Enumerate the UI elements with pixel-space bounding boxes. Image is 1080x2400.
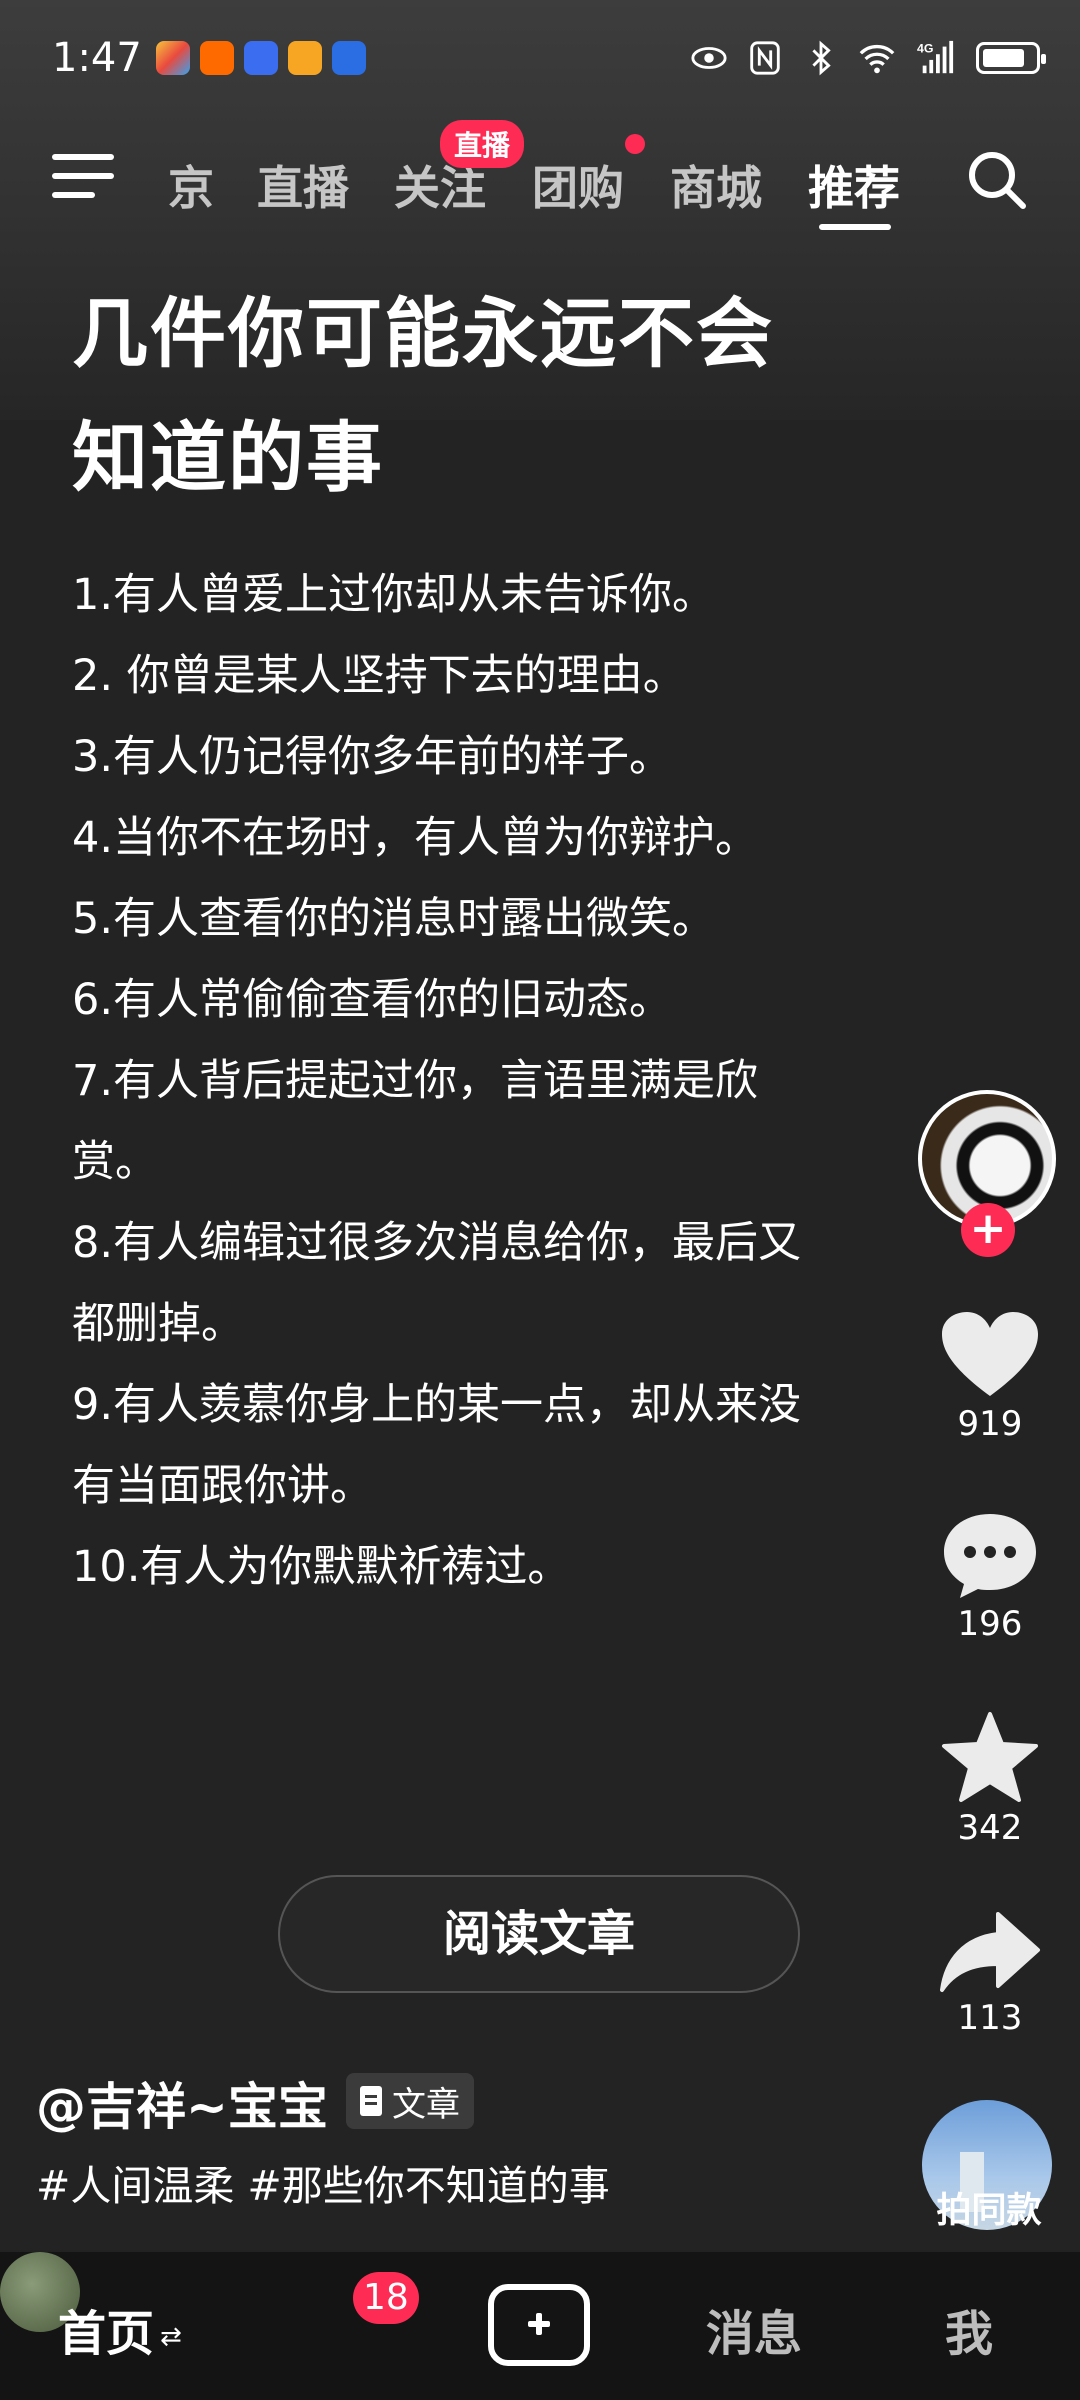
status-bar: 1:47 4G: [52, 30, 1046, 86]
follow-plus-button[interactable]: +: [961, 1203, 1015, 1257]
list-item: 5.有人查看你的消息时露出微笑。: [72, 894, 716, 944]
list-item: 1.有人曾爱上过你却从未告诉你。: [72, 570, 716, 620]
post-body: 1.有人曾爱上过你却从未告诉你。 2. 你曾是某人坚持下去的理由。 3.有人仍记…: [72, 555, 872, 1608]
top-tab-bar: 京 直播 关注 直播 团购 商城 推荐: [0, 120, 1080, 230]
eye-comfort-icon: [691, 47, 727, 69]
list-item: 3.有人仍记得你多年前的样子。: [72, 732, 673, 782]
battery-icon: [976, 42, 1046, 74]
list-item: 7.有人背后提起过你，言语里满是欣赏。: [72, 1056, 759, 1187]
favorite-button[interactable]: 342: [930, 1710, 1050, 1848]
read-article-button[interactable]: 阅读文章: [278, 1875, 800, 1993]
switch-arrows-icon: ⇄: [160, 2322, 182, 2352]
wifi-icon: [859, 44, 895, 74]
comment-icon: [944, 1514, 1036, 1598]
heart-icon: [942, 1312, 1038, 1396]
share-button[interactable]: 113: [930, 1910, 1050, 2038]
tab-live[interactable]: 直播: [257, 152, 349, 218]
status-time: 1:47: [52, 35, 142, 81]
active-tab-indicator: [819, 224, 891, 230]
taobao-notification-icon: [199, 41, 234, 75]
list-item: 2. 你曾是某人坚持下去的理由。: [72, 651, 686, 701]
post-title-line: 知道的事: [72, 413, 384, 502]
star-icon: [942, 1712, 1038, 1802]
app-notification-icon: [287, 41, 322, 75]
tab-mall[interactable]: 商城: [670, 152, 762, 218]
hashtags[interactable]: #人间温柔 #那些你不知道的事: [36, 2152, 610, 2212]
nav-home[interactable]: 首页 ⇄: [58, 2294, 182, 2364]
bottom-nav-bar: 首页 ⇄ 18 消息 我: [0, 2252, 1080, 2400]
nav-messages[interactable]: 消息: [706, 2294, 802, 2364]
svg-text:4G: 4G: [917, 41, 933, 55]
app-notification-icon: [155, 41, 190, 75]
list-item: 9.有人羡慕你身上的某一点，却从来没有当面跟你讲。: [72, 1380, 802, 1511]
article-type-label: 文章: [392, 2084, 460, 2125]
article-type-tag: 文章: [346, 2073, 474, 2129]
menu-icon[interactable]: [52, 154, 114, 204]
baidu-notification-icon: [243, 41, 278, 75]
share-count: 113: [957, 1998, 1023, 2038]
list-item: 10.有人为你默默祈祷过。: [72, 1542, 571, 1592]
tab-local[interactable]: 京: [168, 152, 214, 218]
create-button[interactable]: [488, 2284, 590, 2366]
nav-home-label: 首页: [58, 2306, 155, 2362]
signal-icon: 4G: [917, 40, 954, 74]
nfc-icon: [750, 41, 780, 75]
bluetooth-icon: [812, 40, 831, 76]
list-item: 6.有人常偷偷查看你的旧动态。: [72, 975, 673, 1025]
app-notification-icon: [331, 41, 366, 75]
like-button[interactable]: 919: [930, 1310, 1050, 1444]
share-arrow-icon: [940, 1912, 1040, 1992]
live-badge: 直播: [440, 120, 525, 168]
post-title-line: 几件你可能永远不会: [72, 289, 774, 378]
list-item: 8.有人编辑过很多次消息给你，最后又都删掉。: [72, 1218, 802, 1349]
notification-dot: [625, 134, 645, 154]
like-count: 919: [957, 1404, 1023, 1444]
tab-recommend[interactable]: 推荐: [808, 152, 900, 218]
post-title: 几件你可能永远不会 知道的事: [72, 272, 892, 520]
nav-me[interactable]: 我: [945, 2294, 993, 2364]
friend-badge: 18: [353, 2272, 419, 2324]
tab-group-buy[interactable]: 团购: [532, 152, 624, 218]
list-item: 4.当你不在场时，有人曾为你辩护。: [72, 813, 759, 863]
author-name[interactable]: @吉祥~宝宝: [36, 2067, 328, 2139]
document-icon: [360, 2086, 382, 2116]
search-icon[interactable]: [965, 148, 1029, 212]
same-style-label[interactable]: 拍同款: [924, 2182, 1054, 2233]
comment-button[interactable]: 196: [930, 1510, 1050, 1644]
favorite-count: 342: [957, 1808, 1023, 1848]
comment-count: 196: [957, 1604, 1023, 1644]
